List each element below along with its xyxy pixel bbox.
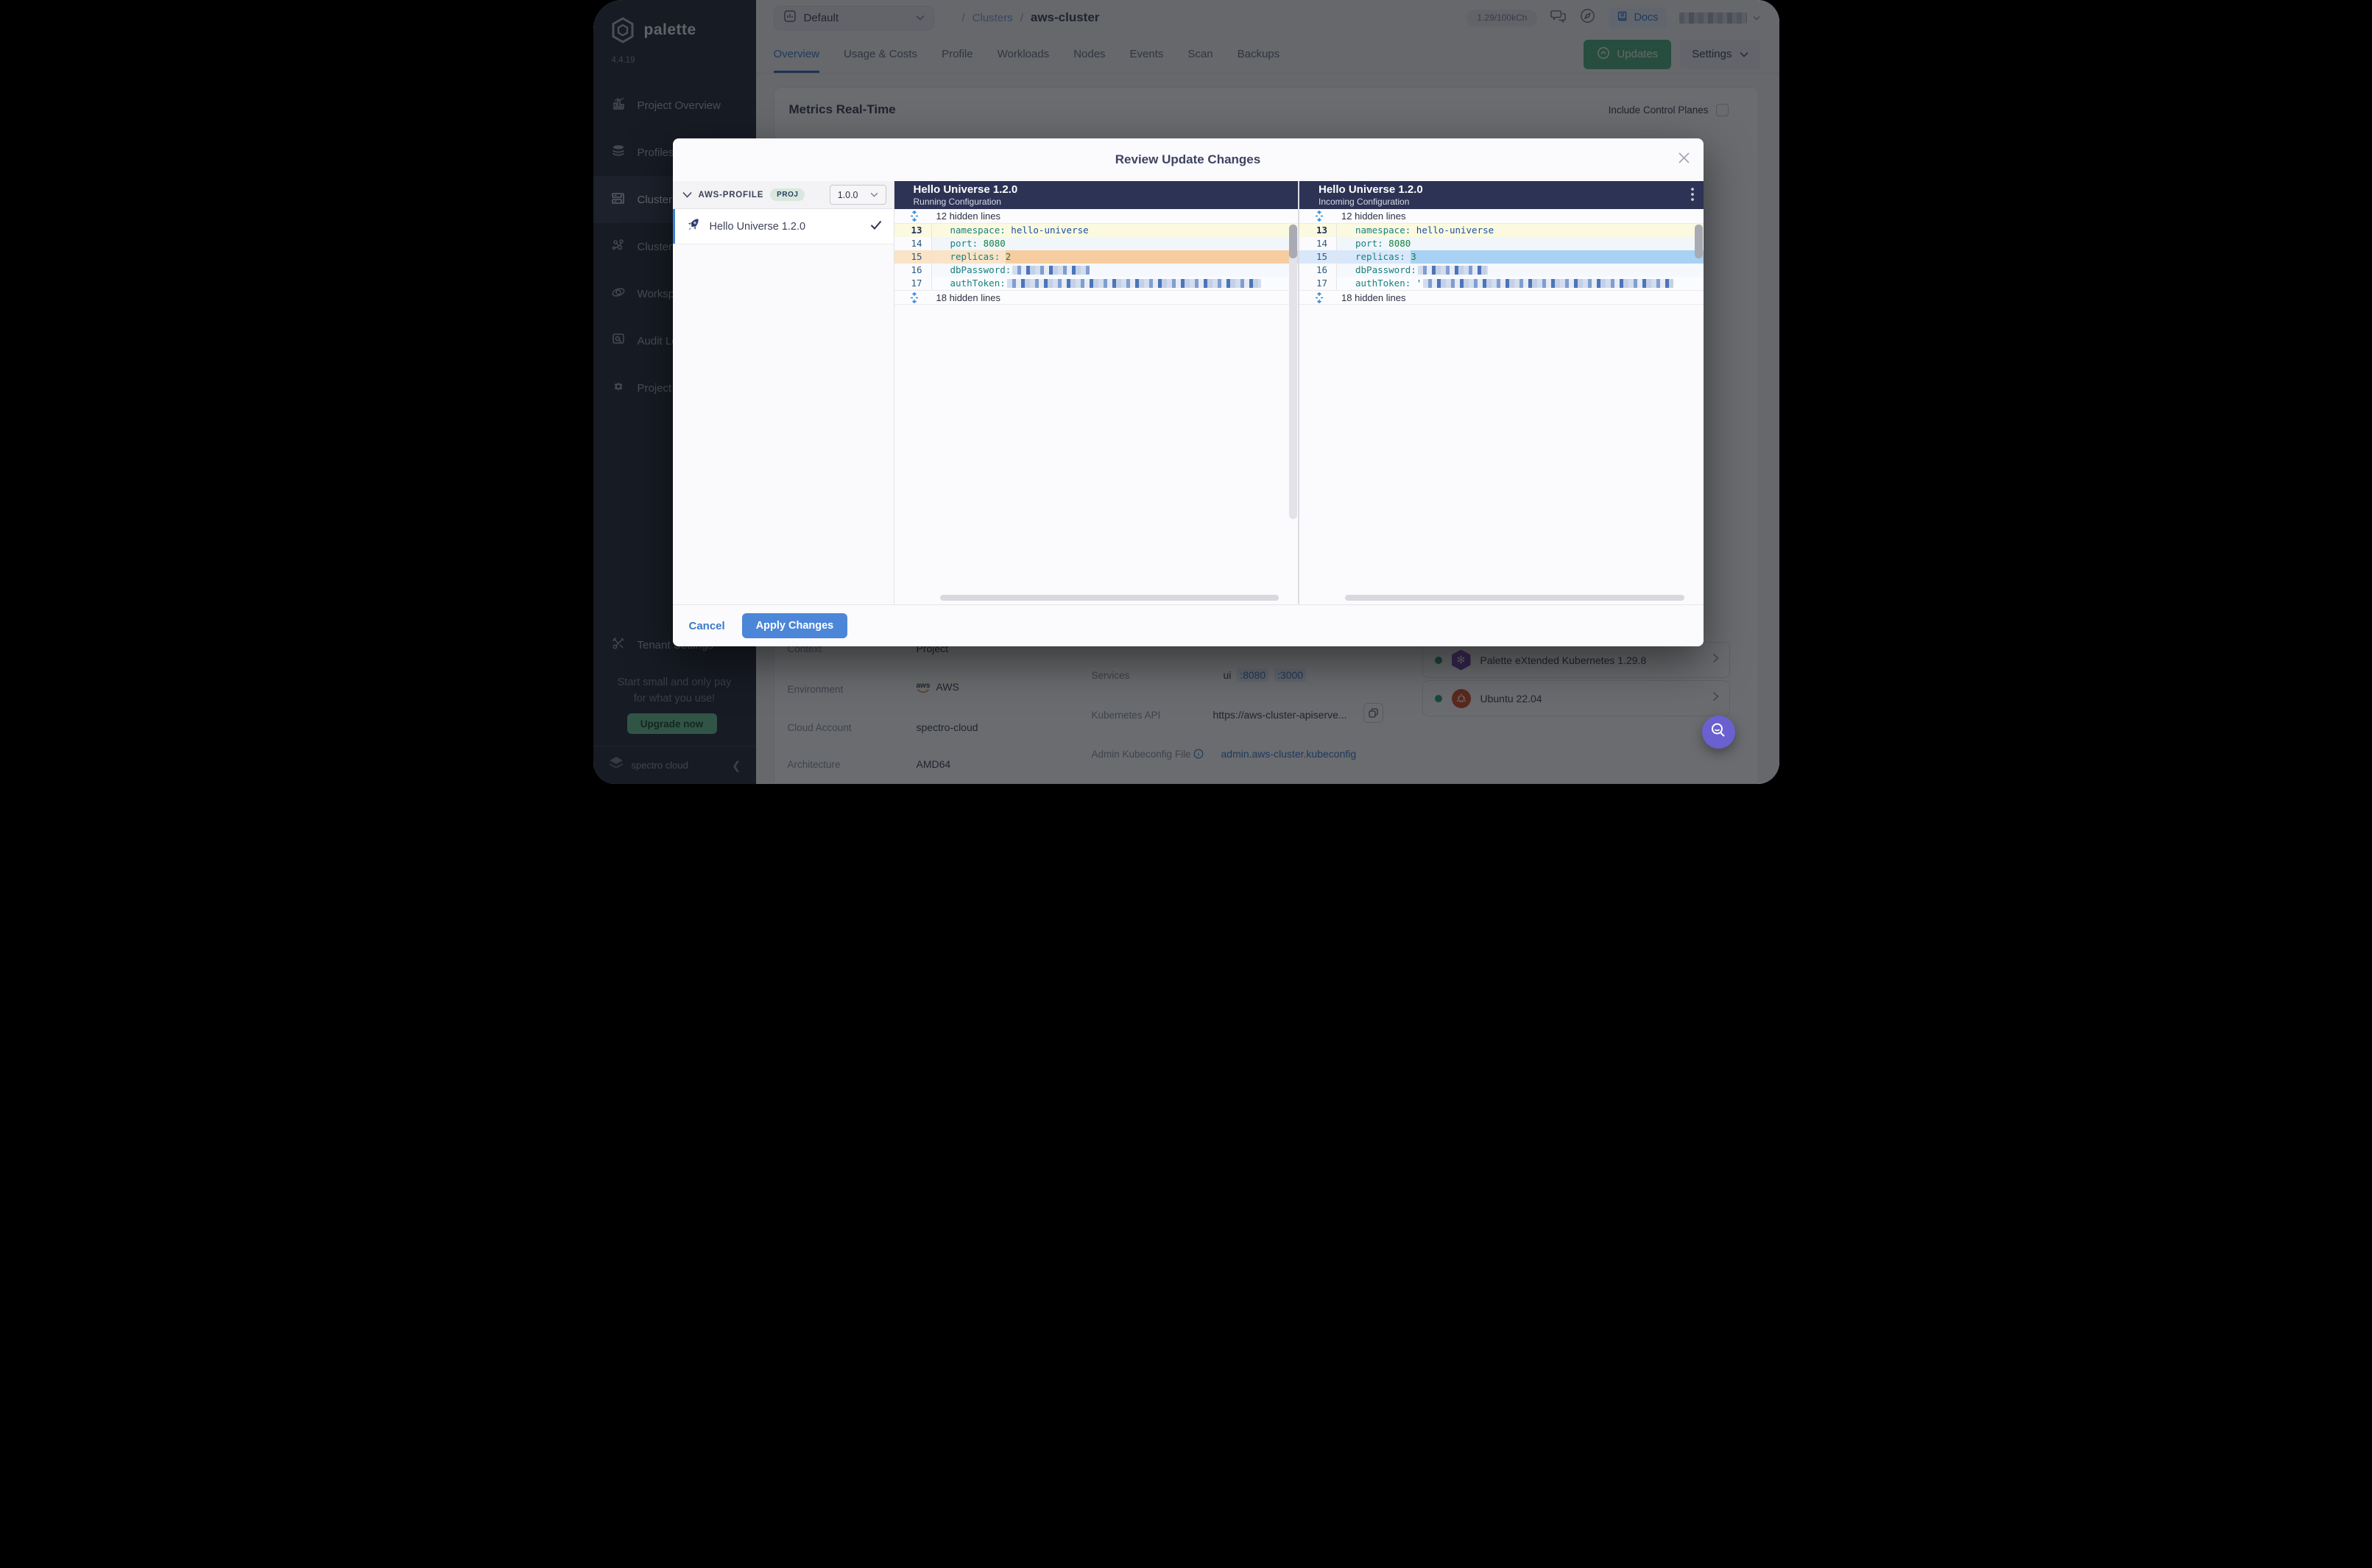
line-number: 13: [1316, 225, 1327, 236]
yaml-value: hello-universe: [1416, 225, 1494, 236]
chevron-down-icon: [870, 192, 878, 197]
cancel-button[interactable]: Cancel: [689, 620, 725, 632]
profile-group-name: AWS-PROFILE: [698, 190, 764, 199]
code-line: 16 dbPassword:: [894, 264, 1298, 277]
yaml-key: port:: [950, 238, 978, 249]
check-icon: [870, 220, 882, 233]
horizontal-scrollbar-thumb[interactable]: [1345, 595, 1684, 601]
modal-body: AWS-PROFILE PROJ 1.0.0 Hello Universe 1.…: [672, 181, 1704, 604]
expand-lines-icon[interactable]: [1314, 292, 1324, 303]
profile-item-name: Hello Universe 1.2.0: [709, 220, 806, 233]
close-icon[interactable]: [1678, 152, 1690, 168]
line-number: 15: [1316, 251, 1327, 262]
code-line: 14 port: 8080: [1299, 237, 1704, 250]
yaml-key: dbPassword:: [950, 264, 1012, 275]
pane-empty-area: [1299, 305, 1704, 604]
profile-version-value: 1.0.0: [837, 189, 858, 200]
yaml-key: authToken:: [950, 278, 1006, 289]
expand-lines-icon[interactable]: [909, 211, 919, 222]
running-configuration-pane: Hello Universe 1.2.0 Running Configurati…: [894, 181, 1298, 604]
yaml-value: 8080: [1388, 238, 1411, 249]
yaml-value: 8080: [983, 238, 1006, 249]
line-number: 15: [911, 251, 922, 262]
hidden-lines-top: 12 hidden lines: [894, 209, 1298, 224]
hidden-lines-label: 12 hidden lines: [1341, 211, 1406, 222]
code-line: 16 dbPassword:: [1299, 264, 1704, 277]
redacted-secret: [1423, 279, 1674, 288]
incoming-configuration-pane: Hello Universe 1.2.0 Incoming Configurat…: [1299, 181, 1704, 604]
hidden-lines-bottom: 18 hidden lines: [1299, 290, 1704, 305]
yaml-key: port:: [1355, 238, 1383, 249]
code-line: 13 namespace: hello-universe: [1299, 224, 1704, 237]
pane-title: Hello Universe 1.2.0: [1319, 183, 1423, 196]
expand-lines-icon[interactable]: [1314, 211, 1324, 222]
line-number: 17: [911, 278, 922, 289]
pane-empty-area: [894, 305, 1298, 604]
yaml-value: hello-universe: [1011, 225, 1089, 236]
redacted-secret: [1012, 266, 1090, 275]
modal-title: Review Update Changes: [1115, 152, 1261, 166]
redacted-secret: [1006, 279, 1261, 288]
yaml-key: namespace:: [950, 225, 1006, 236]
hidden-lines-top: 12 hidden lines: [1299, 209, 1704, 224]
yaml-key: authToken:: [1355, 278, 1411, 289]
code-line: 17 authToken: ': [1299, 277, 1704, 290]
line-number: 14: [911, 238, 922, 249]
line-number: 13: [911, 225, 922, 236]
hidden-lines-label: 18 hidden lines: [1341, 292, 1406, 303]
rocket-icon: [685, 216, 702, 236]
yaml-key: namespace:: [1355, 225, 1411, 236]
line-number: 16: [911, 264, 922, 275]
hidden-lines-label: 18 hidden lines: [936, 292, 1000, 303]
pane-subtitle: Running Configuration: [913, 197, 1001, 207]
vertical-scrollbar-thumb[interactable]: [1694, 225, 1703, 258]
hidden-lines-bottom: 18 hidden lines: [894, 290, 1298, 305]
yaml-key: dbPassword:: [1355, 264, 1416, 275]
yaml-value-changed: 2: [1005, 251, 1012, 262]
hidden-lines-label: 12 hidden lines: [936, 211, 1000, 222]
line-number: 14: [1316, 238, 1327, 249]
incoming-pane-header: Hello Universe 1.2.0 Incoming Configurat…: [1299, 181, 1704, 209]
profile-version-select[interactable]: 1.0.0: [829, 185, 886, 205]
modal-footer: Cancel Apply Changes: [672, 604, 1704, 646]
apply-changes-button[interactable]: Apply Changes: [741, 613, 848, 638]
vertical-scrollbar-track: [1289, 225, 1297, 519]
review-update-changes-modal: Review Update Changes AWS-PROFILE PROJ 1…: [672, 138, 1704, 646]
chevron-down-icon[interactable]: [682, 188, 692, 202]
yaml-key: replicas:: [950, 251, 1000, 262]
pane-title: Hello Universe 1.2.0: [913, 183, 1018, 196]
kebab-menu-icon[interactable]: [1690, 187, 1694, 205]
yaml-value: ': [1416, 278, 1422, 289]
code-line: 14 port: 8080: [894, 237, 1298, 250]
support-search-fab[interactable]: [1701, 716, 1735, 749]
line-number: 17: [1316, 278, 1327, 289]
redacted-secret: [1417, 266, 1488, 275]
code-line-changed: 15 replicas: 2: [894, 250, 1298, 264]
yaml-key: replicas:: [1355, 251, 1405, 262]
profile-group-header: AWS-PROFILE PROJ 1.0.0: [672, 181, 894, 209]
profile-list-item[interactable]: Hello Universe 1.2.0: [672, 209, 894, 244]
profile-panel-spacer: [672, 244, 894, 604]
running-pane-header: Hello Universe 1.2.0 Running Configurati…: [894, 181, 1298, 209]
line-number: 16: [1316, 264, 1327, 275]
horizontal-scrollbar-thumb[interactable]: [939, 595, 1279, 601]
pane-subtitle: Incoming Configuration: [1319, 197, 1410, 207]
diff-view: Hello Universe 1.2.0 Running Configurati…: [894, 181, 1704, 604]
scope-badge: PROJ: [770, 188, 805, 201]
profile-panel: AWS-PROFILE PROJ 1.0.0 Hello Universe 1.…: [672, 181, 894, 604]
yaml-value-changed: 3: [1411, 251, 1416, 262]
app-window: palette 4.4.19 Project Overview Profiles…: [593, 0, 1779, 784]
expand-lines-icon[interactable]: [909, 292, 919, 303]
code-line: 17 authToken:: [894, 277, 1298, 290]
fab-search-icon: [1709, 721, 1727, 743]
code-line: 13 namespace: hello-universe: [894, 224, 1298, 237]
vertical-scrollbar-thumb[interactable]: [1289, 225, 1297, 258]
code-line-changed: 15 replicas: 3: [1299, 250, 1704, 264]
